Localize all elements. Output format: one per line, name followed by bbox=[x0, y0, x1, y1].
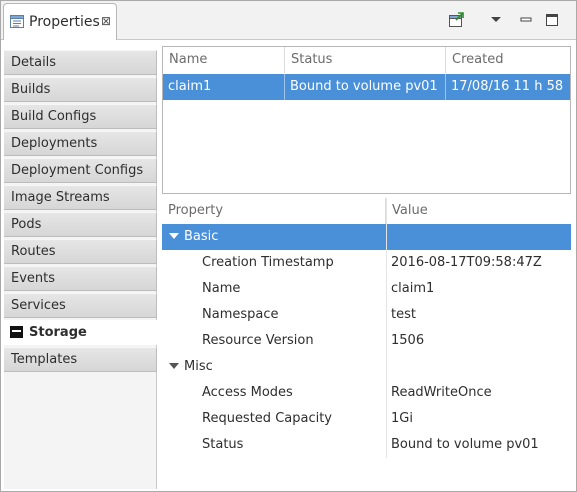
sidebar-item-events[interactable]: Events bbox=[4, 266, 157, 291]
properties-icon bbox=[10, 15, 24, 28]
property-row[interactable]: Name claim1 bbox=[162, 276, 571, 302]
property-key: Namespace bbox=[202, 307, 279, 322]
group-row-misc[interactable]: Misc bbox=[162, 354, 571, 380]
properties-view: Properties ⊠ Details Builds Build Config… bbox=[0, 0, 577, 492]
property-row[interactable]: Requested Capacity 1Gi bbox=[162, 406, 571, 432]
sidebar-item-deployments[interactable]: Deployments bbox=[4, 131, 157, 156]
sidebar-item-deployment-configs[interactable]: Deployment Configs bbox=[4, 158, 157, 183]
property-value: test bbox=[391, 307, 416, 322]
sidebar-item-templates[interactable]: Templates bbox=[4, 347, 157, 372]
sidebar-item-builds[interactable]: Builds bbox=[4, 77, 157, 102]
sidebar-item-label: Events bbox=[11, 271, 56, 286]
column-header-status[interactable]: Status bbox=[285, 47, 446, 73]
sidebar-item-details[interactable]: Details bbox=[4, 50, 157, 75]
property-key: Name bbox=[202, 281, 241, 296]
tab-label: Properties bbox=[29, 14, 100, 30]
sidebar-item-label: Builds bbox=[11, 82, 51, 97]
expand-triangle-icon[interactable] bbox=[169, 363, 179, 369]
property-key: Requested Capacity bbox=[202, 411, 332, 426]
property-tree: Property Value Basic Creation Timestamp … bbox=[162, 198, 571, 462]
property-value: 2016-08-17T09:58:47Z bbox=[391, 255, 542, 270]
column-divider bbox=[386, 198, 387, 458]
property-key: Resource Version bbox=[202, 333, 314, 348]
column-header-name[interactable]: Name bbox=[163, 47, 285, 73]
sidebar-item-label: Storage bbox=[29, 325, 87, 340]
column-header-property[interactable]: Property bbox=[162, 198, 386, 224]
sidebar-item-image-streams[interactable]: Image Streams bbox=[4, 185, 157, 210]
group-row-basic[interactable]: Basic bbox=[162, 224, 571, 250]
view-toolbar: Properties ⊠ bbox=[1, 1, 576, 40]
sidebar-item-label: Image Streams bbox=[11, 190, 110, 205]
property-value: 1506 bbox=[391, 333, 425, 348]
sidebar-item-label: Services bbox=[11, 298, 66, 313]
property-row[interactable]: Resource Version 1506 bbox=[162, 328, 571, 354]
sidebar-item-pods[interactable]: Pods bbox=[4, 212, 157, 237]
property-key: Access Modes bbox=[202, 385, 293, 400]
property-row[interactable]: Namespace test bbox=[162, 302, 571, 328]
property-row[interactable]: Status Bound to volume pv01 bbox=[162, 432, 571, 458]
cell-created: 17/08/16 11 h 58 bbox=[451, 79, 564, 94]
cell-status: Bound to volume pv01 bbox=[285, 74, 446, 100]
sidebar-item-label: Build Configs bbox=[11, 109, 97, 124]
minimize-icon[interactable] bbox=[517, 11, 535, 29]
column-header-created[interactable]: Created bbox=[446, 47, 570, 73]
property-value: Bound to volume pv01 bbox=[391, 437, 539, 452]
sidebar-item-label: Deployment Configs bbox=[11, 163, 144, 178]
cell-name: claim1 bbox=[163, 74, 285, 100]
close-icon[interactable]: ⊠ bbox=[101, 14, 111, 28]
property-row[interactable]: Creation Timestamp 2016-08-17T09:58:47Z bbox=[162, 250, 571, 276]
sidebar-item-storage[interactable]: Storage bbox=[4, 320, 157, 345]
pin-editor-icon[interactable] bbox=[447, 11, 465, 29]
storage-icon bbox=[10, 326, 23, 338]
maximize-icon[interactable] bbox=[543, 11, 561, 29]
column-header-value[interactable]: Value bbox=[386, 198, 571, 224]
group-label: Misc bbox=[184, 359, 213, 374]
property-value: 1Gi bbox=[391, 411, 413, 426]
sidebar-item-label: Pods bbox=[11, 217, 42, 232]
sidebar-item-label: Details bbox=[11, 55, 57, 70]
sidebar-item-routes[interactable]: Routes bbox=[4, 239, 157, 264]
group-label: Basic bbox=[184, 229, 219, 244]
property-key: Creation Timestamp bbox=[202, 255, 334, 270]
table-row[interactable]: claim1 Bound to volume pv01 17/08/16 11 … bbox=[163, 74, 570, 100]
sidebar-item-label: Templates bbox=[11, 352, 78, 367]
tab-properties[interactable]: Properties ⊠ bbox=[3, 3, 117, 40]
sidebar-item-label: Routes bbox=[11, 244, 56, 259]
resource-sidebar: Details Builds Build Configs Deployments… bbox=[4, 50, 157, 489]
property-key: Status bbox=[202, 437, 244, 452]
expand-triangle-icon[interactable] bbox=[169, 233, 179, 239]
property-value: claim1 bbox=[391, 281, 435, 296]
view-menu-icon[interactable] bbox=[487, 11, 505, 29]
property-row[interactable]: Access Modes ReadWriteOnce bbox=[162, 380, 571, 406]
sidebar-item-services[interactable]: Services bbox=[4, 293, 157, 318]
sidebar-item-build-configs[interactable]: Build Configs bbox=[4, 104, 157, 129]
sidebar-item-label: Deployments bbox=[11, 136, 98, 151]
property-value: ReadWriteOnce bbox=[391, 385, 492, 400]
storage-table: Name Status Created claim1 Bound to volu… bbox=[162, 46, 571, 194]
